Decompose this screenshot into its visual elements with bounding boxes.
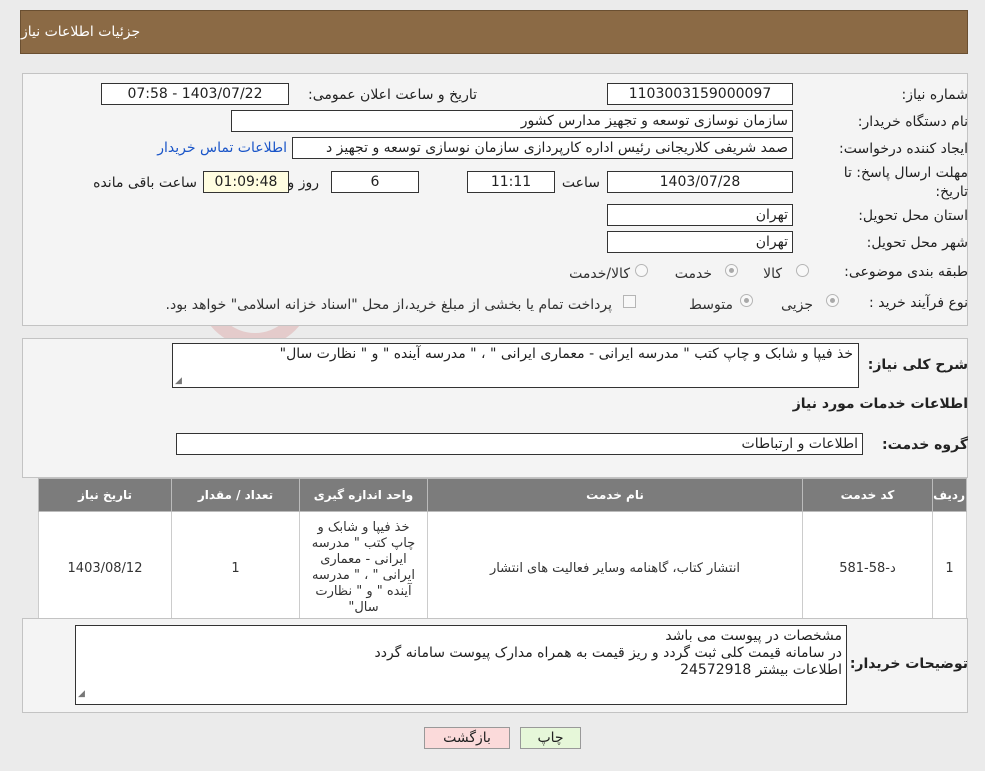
col-header-date: تاریخ نیاز bbox=[38, 478, 172, 512]
category-radio-goods-service[interactable] bbox=[635, 264, 648, 277]
resize-handle-icon[interactable]: ◢ bbox=[78, 686, 85, 703]
need-number-label: شماره نیاز: bbox=[901, 87, 969, 103]
city-field: تهران bbox=[607, 231, 793, 253]
col-header-qty: تعداد / مقدار bbox=[171, 478, 300, 512]
remaining-time-field: 01:09:48 bbox=[203, 171, 289, 193]
province-label: استان محل تحویل: bbox=[858, 208, 968, 224]
treasury-payment-note: پرداخت تمام یا بخشی از مبلغ خرید،از محل … bbox=[165, 297, 612, 313]
process-option-medium: متوسط bbox=[689, 297, 733, 313]
category-option-service: خدمت bbox=[674, 266, 712, 282]
treasury-payment-checkbox[interactable] bbox=[623, 295, 636, 308]
summary-label: شرح کلی نیاز: bbox=[867, 357, 968, 373]
col-header-row: ردیف bbox=[932, 478, 967, 512]
buyer-notes-line1: مشخصات در پیوست می باشد bbox=[665, 628, 842, 644]
cell-unit: خذ فیپا و شابک و چاپ کتب " مدرسه ایرانی … bbox=[299, 511, 428, 625]
services-table-header: ردیف کد خدمت نام خدمت واحد اندازه گیری ت… bbox=[38, 478, 967, 512]
deadline-label-line2: تاریخ: bbox=[935, 184, 968, 200]
cell-need-date: 1403/08/12 bbox=[38, 511, 172, 625]
col-header-unit: واحد اندازه گیری bbox=[299, 478, 428, 512]
col-header-code: کد خدمت bbox=[802, 478, 933, 512]
city-label: شهر محل تحویل: bbox=[866, 235, 968, 251]
announce-date-field: 1403/07/22 - 07:58 bbox=[101, 83, 289, 105]
days-remaining-field: 6 bbox=[331, 171, 419, 193]
summary-text: خذ فیپا و شابک و چاپ کتب " مدرسه ایرانی … bbox=[279, 346, 853, 362]
deadline-time-field: 11:11 bbox=[467, 171, 555, 193]
cell-quantity: 1 bbox=[171, 511, 300, 625]
cell-row-number: 1 bbox=[932, 511, 967, 625]
category-option-goods-service: کالا/خدمت bbox=[569, 266, 630, 282]
deadline-time-label: ساعت bbox=[561, 175, 600, 191]
page-title: جزئیات اطلاعات نیاز bbox=[21, 24, 141, 40]
deadline-date-field: 1403/07/28 bbox=[607, 171, 793, 193]
category-label: طبقه بندی موضوعی: bbox=[844, 264, 968, 280]
summary-textarea[interactable]: خذ فیپا و شابک و چاپ کتب " مدرسه ایرانی … bbox=[172, 343, 859, 388]
buyer-notes-line2: در سامانه قیمت کلی ثبت گردد و ریز قیمت ب… bbox=[374, 645, 842, 661]
announce-date-label: تاریخ و ساعت اعلان عمومی: bbox=[308, 87, 477, 103]
resize-handle-icon[interactable]: ◢ bbox=[175, 376, 182, 386]
process-type-label: نوع فرآیند خرید : bbox=[869, 295, 968, 311]
process-radio-minor[interactable] bbox=[826, 294, 839, 307]
buyer-org-label: نام دستگاه خریدار: bbox=[857, 114, 968, 130]
buyer-notes-label: توضیحات خریدار: bbox=[849, 656, 968, 672]
buyer-notes-textarea[interactable]: مشخصات در پیوست می باشد در سامانه قیمت ک… bbox=[75, 625, 847, 705]
category-option-goods: کالا bbox=[763, 266, 782, 282]
services-table: ردیف کد خدمت نام خدمت واحد اندازه گیری ت… bbox=[38, 478, 967, 625]
print-button[interactable]: چاپ bbox=[520, 727, 581, 749]
requester-label: ایجاد کننده درخواست: bbox=[839, 141, 968, 157]
requester-field: صمد شریفی کلاریجانی رئیس اداره کارپردازی… bbox=[292, 137, 793, 159]
buyer-contact-link[interactable]: اطلاعات تماس خریدار bbox=[157, 140, 287, 156]
process-option-minor: جزیی bbox=[781, 297, 813, 313]
cell-service-code: د-58-581 bbox=[802, 511, 933, 625]
remaining-time-label: ساعت باقی مانده bbox=[93, 175, 197, 191]
deadline-label: مهلت ارسال پاسخ: تا تاریخ: bbox=[844, 164, 968, 202]
cell-service-name: انتشار کتاب، گاهنامه وسایر فعالیت های ان… bbox=[427, 511, 803, 625]
table-row: 1 د-58-581 انتشار کتاب، گاهنامه وسایر فع… bbox=[38, 511, 967, 625]
services-table-wrapper: ردیف کد خدمت نام خدمت واحد اندازه گیری ت… bbox=[38, 478, 967, 625]
deadline-label-line1: مهلت ارسال پاسخ: تا bbox=[843, 165, 968, 181]
buyer-notes-line3: اطلاعات بیشتر 24572918 bbox=[680, 662, 842, 678]
col-header-name: نام خدمت bbox=[427, 478, 803, 512]
back-button[interactable]: بازگشت bbox=[424, 727, 510, 749]
process-radio-medium[interactable] bbox=[740, 294, 753, 307]
days-label: روز و bbox=[287, 175, 320, 191]
category-radio-goods[interactable] bbox=[796, 264, 809, 277]
page-header: جزئیات اطلاعات نیاز bbox=[20, 10, 968, 54]
need-number-field: 1103003159000097 bbox=[607, 83, 793, 105]
service-group-field: اطلاعات و ارتباطات bbox=[176, 433, 863, 455]
buyer-org-field: سازمان نوسازی توسعه و تجهیز مدارس کشور bbox=[231, 110, 793, 132]
services-section-title: اطلاعات خدمات مورد نیاز bbox=[792, 396, 968, 412]
province-field: تهران bbox=[607, 204, 793, 226]
service-group-label: گروه خدمت: bbox=[882, 437, 968, 453]
category-radio-service[interactable] bbox=[725, 264, 738, 277]
